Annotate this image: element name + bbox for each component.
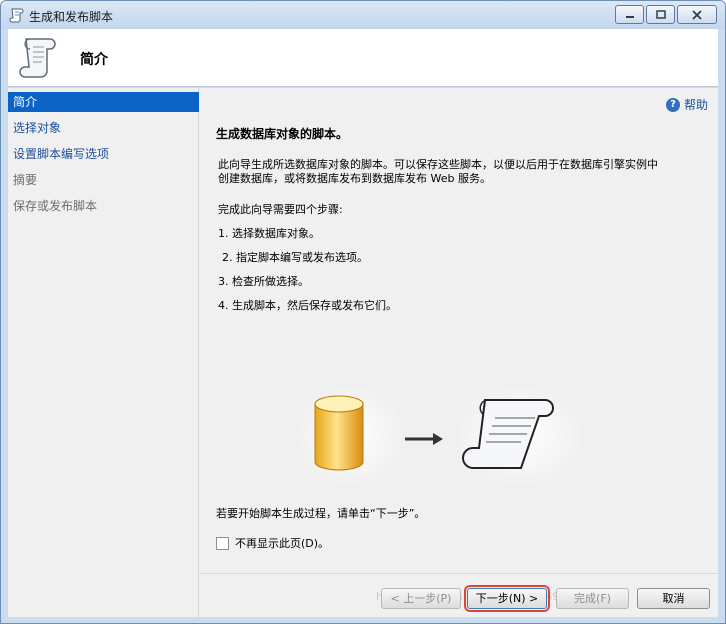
wizard-footer: http://blog.csdn.net/wx1847774993 < 上一步(…: [200, 573, 718, 617]
step-item: 1. 选择数据库对象。: [218, 227, 320, 240]
main-panel: ? 帮助 生成数据库对象的脚本。 此向导生成所选数据库对象的脚本。可以保存这些脚…: [200, 88, 718, 573]
wizard-steps-sidebar: 简介 选择对象 设置脚本编写选项 摘要 保存或发布脚本: [8, 88, 199, 617]
intro-line: 创建数据库，或将数据库发布到数据库发布 Web 服务。: [218, 172, 491, 185]
scroll-icon: [19, 38, 56, 78]
title-bar[interactable]: 生成和发布脚本: [1, 1, 725, 29]
wizard-content: 简介 选择对象 设置脚本编写选项 摘要 保存或发布脚本 ? 帮助 生成数据库对象…: [8, 88, 718, 617]
dont-show-again-checkbox[interactable]: [216, 536, 229, 550]
wizard-window: 生成和发布脚本 简介 简介 选择对象 设置脚本编写选项 摘要 保存或发布脚本 ?…: [0, 0, 726, 624]
step-item: 2. 指定脚本编写或发布选项。: [222, 251, 368, 264]
start-hint: 若要开始脚本生成过程，请单击“下一步”。: [216, 507, 426, 520]
wizard-header: 简介: [8, 29, 718, 87]
database-icon: [314, 395, 364, 471]
sidebar-item-save-publish: 保存或发布脚本: [13, 199, 98, 213]
arrow-right-icon: [405, 433, 443, 445]
close-icon: [692, 9, 702, 20]
close-button[interactable]: [677, 5, 717, 24]
back-button[interactable]: < 上一步(P): [381, 588, 461, 609]
main-heading: 生成数据库对象的脚本。: [216, 127, 349, 141]
step-item: 3. 检查所做选择。: [218, 275, 309, 288]
help-label: 帮助: [683, 98, 708, 112]
minimize-icon: [625, 15, 634, 18]
sidebar-item-scripting-options[interactable]: 设置脚本编写选项: [8, 144, 199, 164]
help-link[interactable]: ? 帮助: [665, 96, 708, 113]
dont-show-again-option[interactable]: 不再显示此页(D)。: [216, 535, 329, 551]
next-button[interactable]: 下一步(N) >: [464, 585, 550, 612]
sidebar-item-intro[interactable]: 简介: [8, 92, 199, 112]
sidebar-item-select-objects[interactable]: 选择对象: [8, 118, 199, 138]
database-to-script-illustration: [295, 384, 585, 488]
minimize-button[interactable]: [615, 5, 644, 24]
help-icon: ?: [665, 97, 680, 112]
page-title: 简介: [80, 52, 108, 68]
steps-heading: 完成此向导需要四个步骤:: [218, 203, 343, 216]
dont-show-again-label: 不再显示此页(D)。: [235, 537, 330, 550]
scroll-icon: [9, 8, 24, 23]
window-controls: [615, 5, 717, 24]
sidebar-item-summary: 摘要: [13, 173, 38, 187]
maximize-icon: [655, 10, 666, 19]
intro-text: 此向导生成所选数据库对象的脚本。可以保存这些脚本，以便以后用于在数据库引擎实例中…: [218, 158, 708, 186]
window-title: 生成和发布脚本: [29, 10, 114, 24]
finish-button[interactable]: 完成(F): [556, 588, 629, 609]
cancel-button[interactable]: 取消: [637, 588, 710, 609]
intro-line: 此向导生成所选数据库对象的脚本。可以保存这些脚本，以便以后用于在数据库引擎实例中: [218, 158, 658, 171]
maximize-button[interactable]: [646, 5, 675, 24]
step-item: 4. 生成脚本，然后保存或发布它们。: [218, 299, 397, 312]
